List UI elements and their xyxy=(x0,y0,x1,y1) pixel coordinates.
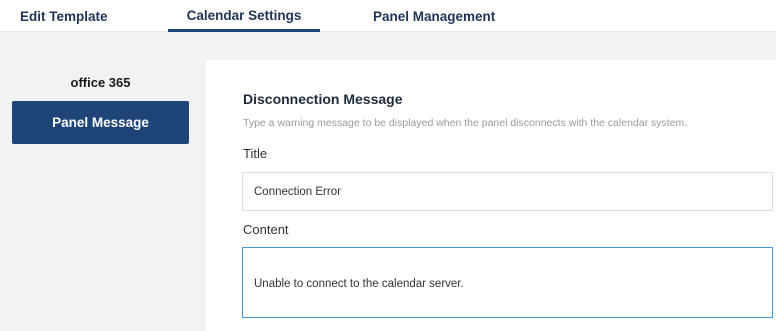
sidebar-item-panel-message[interactable]: Panel Message xyxy=(12,101,189,144)
tab-panel-management[interactable]: Panel Management xyxy=(373,0,495,32)
title-input[interactable]: Connection Error xyxy=(242,172,773,211)
section-description: Type a warning message to be displayed w… xyxy=(243,117,688,129)
sidebar-item-office-365[interactable]: office 365 xyxy=(12,64,189,100)
content-textarea[interactable]: Unable to connect to the calendar server… xyxy=(242,247,773,318)
content-label: Content xyxy=(243,222,289,237)
disconnection-message-panel: Disconnection Message Type a warning mes… xyxy=(206,60,776,331)
title-label: Title xyxy=(243,146,268,161)
top-tab-bar: Edit Template Calendar Settings Panel Ma… xyxy=(0,0,776,32)
title-input-value: Connection Error xyxy=(254,185,341,198)
section-title: Disconnection Message xyxy=(243,91,403,107)
tab-edit-template[interactable]: Edit Template xyxy=(20,0,108,32)
content-textarea-value: Unable to connect to the calendar server… xyxy=(254,277,464,290)
tab-calendar-settings[interactable]: Calendar Settings xyxy=(168,0,320,32)
